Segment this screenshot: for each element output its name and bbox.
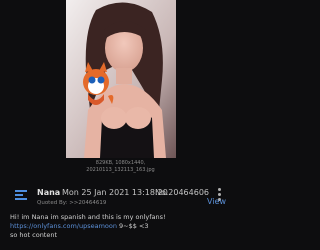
post-date: Mon 25 Jan 2021 13:18:20 [62, 188, 168, 197]
post-container: 829KB, 1080x1440, 20210113_132113_163.jp… [0, 0, 241, 250]
file-size-dimensions: 829KB, 1080x1440, [95, 160, 146, 166]
post-body-link-suffix: 9~$$ <3 [116, 222, 149, 230]
post-body-line: so hot content [10, 231, 58, 239]
file-name[interactable]: 20210113_132113_163.jpg [0, 167, 241, 174]
poster-name: Nana [37, 188, 61, 197]
onlyfans-link[interactable]: https://onlyfans.com/upseamoon [10, 222, 117, 230]
post-body: Hi! im Nana im spanish and this is my on… [10, 213, 238, 240]
view-link[interactable]: View [207, 197, 226, 206]
quoted-by-label: Quoted By: [37, 200, 68, 206]
post-image-thumbnail[interactable] [66, 0, 176, 158]
post-list-icon[interactable] [15, 190, 27, 200]
post-header: Nana Mon 25 Jan 2021 13:18:20 No.2046460… [0, 187, 241, 211]
photo-image [66, 0, 176, 158]
post-body-line: Hi! im Nana im spanish and this is my on… [10, 213, 166, 221]
quoted-by: Quoted By: >>20464619 [37, 200, 106, 206]
post-body-line-with-link: https://onlyfans.com/upseamoon 9~$$ <3 [10, 222, 238, 231]
post-number[interactable]: No.20464606 [155, 188, 209, 197]
file-info: 829KB, 1080x1440, 20210113_132113_163.jp… [0, 160, 241, 174]
quoted-by-link[interactable]: >>20464619 [69, 200, 106, 206]
